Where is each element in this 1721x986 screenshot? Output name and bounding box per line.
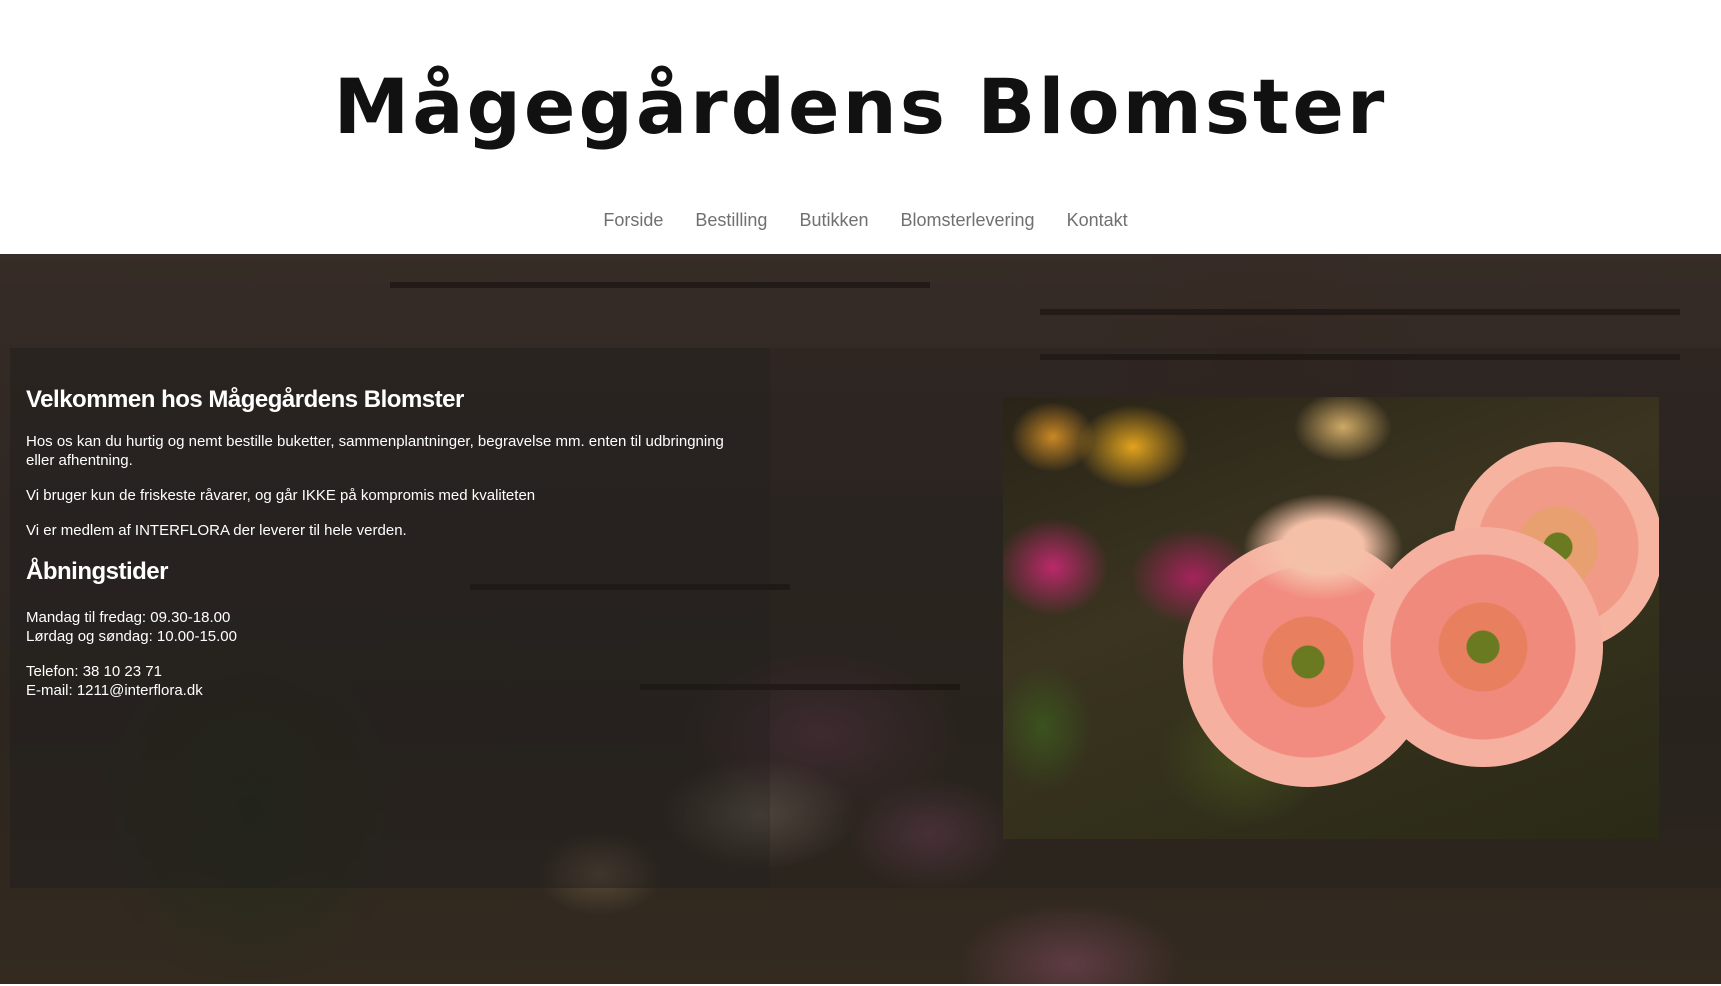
intro-text: Hos os kan du hurtig og nemt bestille bu… [26,433,724,469]
nav-item-forside[interactable]: Forside [603,200,663,240]
hero-section: Velkommen hos Mågegårdens Blomster Hos o… [0,254,1721,984]
welcome-heading: Velkommen hos Mågegårdens Blomster [26,386,464,413]
main-nav: Forside Bestilling Butikken Blomsterleve… [0,200,1721,240]
email-link[interactable]: E-mail: 1211@interflora.dk [26,682,203,699]
nav-item-blomsterlevering[interactable]: Blomsterlevering [901,200,1035,240]
nav-item-kontakt[interactable]: Kontakt [1067,200,1128,240]
page: Mågegårdens Blomster Forside Bestilling … [0,0,1721,986]
quality-text: Vi bruger kun de friskeste råvarer, og g… [26,487,536,504]
nav-item-bestilling[interactable]: Bestilling [695,200,767,240]
interflora-text: Vi er medlem af INTERFLORA der leverer t… [26,522,407,539]
phone-text[interactable]: Telefon: 38 10 23 71 [26,663,162,680]
welcome-text: Velkommen hos Mågegårdens Blomster Hos o… [26,384,726,716]
gerbera-bouquet-photo [1003,397,1659,839]
opening-hours-heading: Åbningstider [26,558,169,585]
hours-weekend: Lørdag og søndag: 10.00-15.00 [26,628,237,645]
flower-bud [1233,487,1413,607]
nav-item-butikken[interactable]: Butikken [799,200,868,240]
contact-info: Telefon: 38 10 23 71 E-mail: 1211@interf… [26,662,726,700]
hours-weekdays: Mandag til fredag: 09.30-18.00 [26,609,231,626]
site-title[interactable]: Mågegårdens Blomster [0,52,1721,162]
opening-hours: Mandag til fredag: 09.30-18.00 Lørdag og… [26,608,726,646]
site-header: Mågegårdens Blomster Forside Bestilling … [0,0,1721,254]
